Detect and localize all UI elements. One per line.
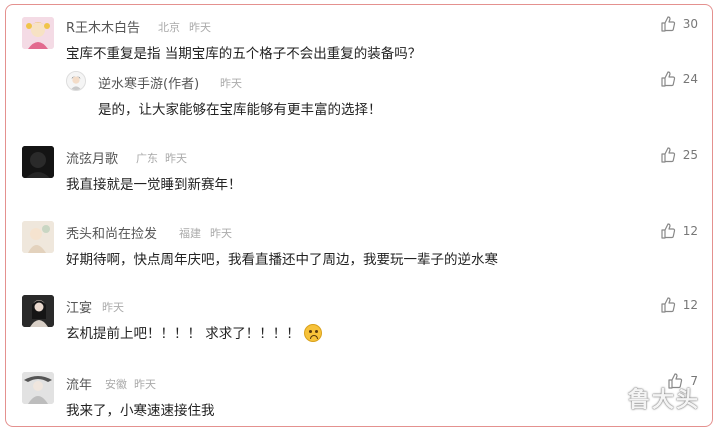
like-button[interactable]: 12 (660, 223, 698, 239)
comment-time: 昨天 (102, 301, 124, 314)
commenter-name[interactable]: 江宴 (66, 297, 92, 316)
comment-text-content: 玄机提前上吧！！！！ 求求了！！！！ (66, 326, 300, 342)
like-button[interactable]: 24 (660, 71, 698, 87)
author-avatar[interactable] (66, 71, 86, 91)
thumbs-up-icon (661, 297, 675, 313)
avatar-image (67, 72, 85, 90)
comment-time: 昨天 (165, 152, 187, 165)
avatar[interactable] (22, 221, 54, 253)
avatar-image (22, 221, 54, 253)
comment-text: 好期待啊，快点周年庆吧，我看直播还中了周边，我要玩一辈子的逆水寒 (66, 252, 498, 268)
comment-time: 昨天 (134, 378, 156, 391)
avatar-image (22, 295, 54, 327)
like-button[interactable]: 12 (660, 297, 698, 313)
reply-text: 是的，让大家能够在宝库能够有更丰富的选择！ (98, 102, 382, 118)
like-button[interactable]: 25 (660, 147, 698, 163)
comment-location: 安徽 (105, 378, 127, 391)
like-count: 12 (682, 224, 698, 238)
avatar[interactable] (22, 17, 54, 49)
comment-text: 宝库不重复是指 当期宝库的五个格子不会出重复的装备吗？ (66, 46, 422, 62)
commenter-name[interactable]: 流弦月歌 (66, 148, 118, 167)
comment-time: 昨天 (210, 227, 232, 240)
comment-list: R王木木白告 北京 昨天 宝库不重复是指 当期宝库的五个格子不会出重复的装备吗？… (5, 4, 713, 427)
avatar-image (22, 146, 54, 178)
reply-time: 昨天 (220, 77, 242, 90)
comment-text: 玄机提前上吧！！！！ 求求了！！！！ (66, 322, 323, 342)
thumbs-up-icon (661, 16, 675, 32)
like-count: 25 (682, 148, 698, 162)
avatar-image (22, 17, 54, 49)
comment-text: 我直接就是一觉睡到新赛年！ (66, 177, 242, 193)
thumbs-up-icon (661, 147, 675, 163)
avatar[interactable] (22, 295, 54, 327)
comment-text: 我来了，小寒速速接住我 (66, 403, 215, 419)
avatar[interactable] (22, 146, 54, 178)
like-count: 12 (682, 298, 698, 312)
crying-face-icon (304, 324, 323, 342)
commenter-name[interactable]: 秃头和尚在捡发 (66, 223, 157, 242)
like-count: 30 (682, 17, 698, 31)
comment-location: 福建 (179, 227, 201, 240)
watermark: 鲁大头 (627, 388, 700, 413)
comment-time: 昨天 (189, 21, 211, 34)
avatar-image (22, 372, 54, 404)
thumbs-up-icon (661, 223, 675, 239)
author-name[interactable]: 逆水寒手游(作者) (98, 73, 199, 92)
commenter-name[interactable]: R王木木白告 (66, 17, 140, 36)
comment-location: 广东 (136, 152, 158, 165)
avatar[interactable] (22, 372, 54, 404)
like-button[interactable]: 30 (660, 16, 698, 32)
commenter-name[interactable]: 流年 (66, 374, 92, 393)
thumbs-up-icon (661, 71, 675, 87)
comment-location: 北京 (158, 21, 180, 34)
like-count: 24 (682, 72, 698, 86)
